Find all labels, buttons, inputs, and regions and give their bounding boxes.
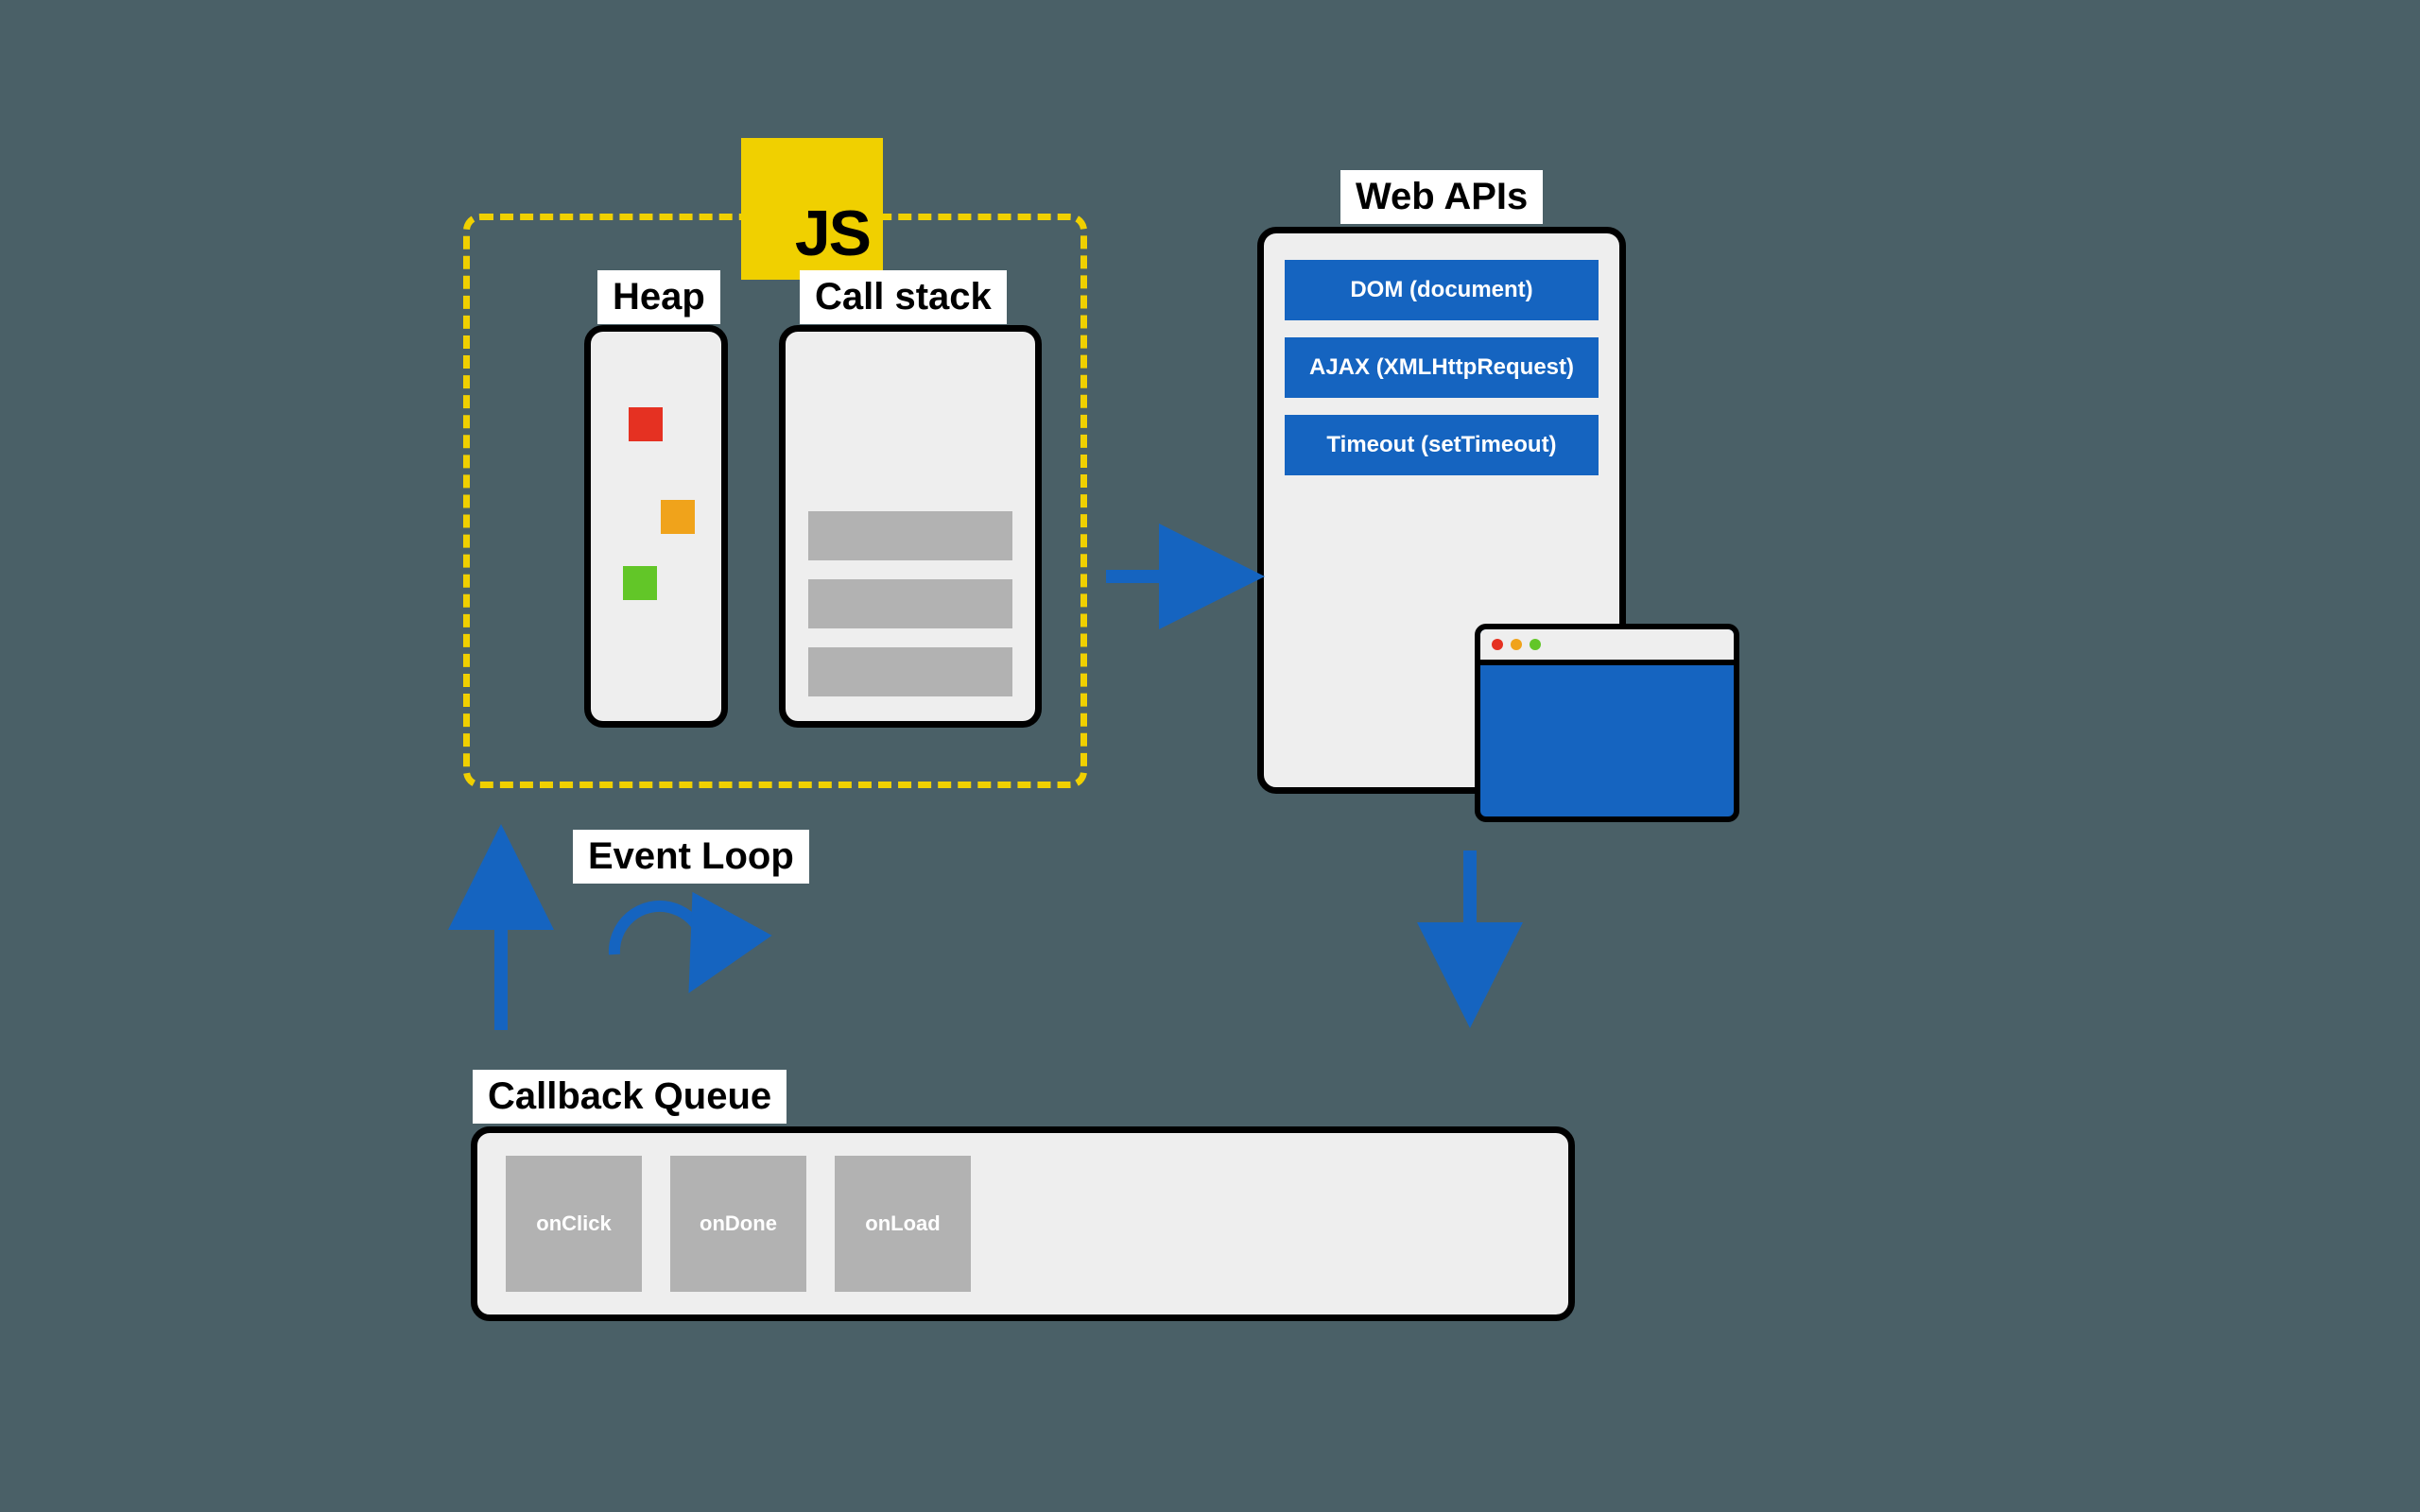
js-logo: JS	[741, 138, 883, 280]
call-stack-label: Call stack	[800, 270, 1007, 324]
callback-item: onDone	[670, 1156, 806, 1292]
js-logo-text: JS	[795, 197, 870, 270]
web-api-item: AJAX (XMLHttpRequest)	[1285, 337, 1599, 398]
callback-item: onLoad	[835, 1156, 971, 1292]
heap-box	[584, 325, 728, 728]
callback-item: onClick	[506, 1156, 642, 1292]
browser-titlebar	[1480, 629, 1734, 665]
stack-frame	[808, 579, 1012, 628]
heap-object-orange	[661, 500, 695, 534]
browser-window-icon	[1475, 624, 1739, 822]
web-apis-label: Web APIs	[1340, 170, 1543, 224]
window-dot-red	[1492, 639, 1503, 650]
heap-object-red	[629, 407, 663, 441]
stack-frame	[808, 647, 1012, 696]
window-dot-green	[1530, 639, 1541, 650]
event-loop-icon	[614, 906, 705, 973]
stack-frame	[808, 511, 1012, 560]
call-stack-box	[779, 325, 1042, 728]
event-loop-label: Event Loop	[573, 830, 809, 884]
web-api-item: DOM (document)	[1285, 260, 1599, 320]
callback-queue-label: Callback Queue	[473, 1070, 786, 1124]
web-api-item: Timeout (setTimeout)	[1285, 415, 1599, 475]
heap-object-green	[623, 566, 657, 600]
callback-queue-box: onClick onDone onLoad	[471, 1126, 1575, 1321]
window-dot-yellow	[1511, 639, 1522, 650]
heap-label: Heap	[597, 270, 720, 324]
